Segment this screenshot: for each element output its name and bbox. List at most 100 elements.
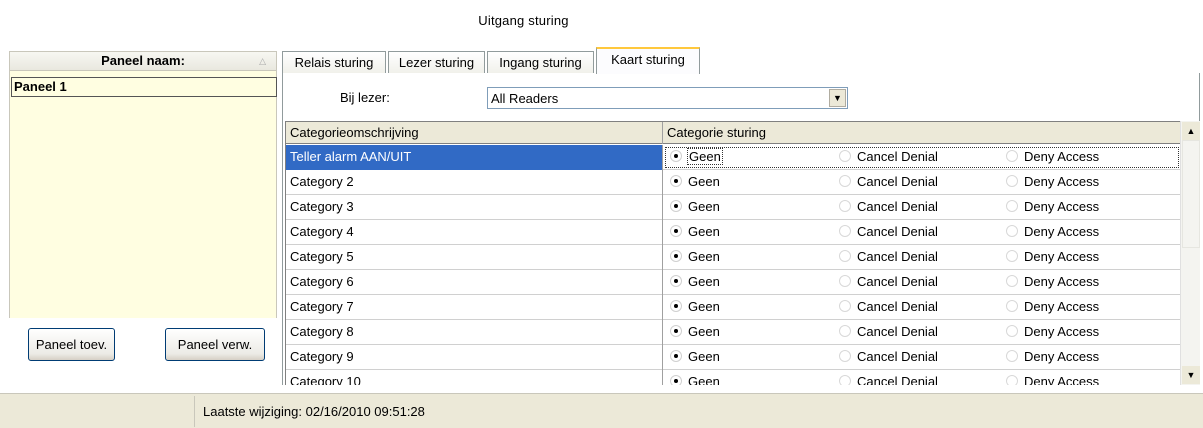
window-title-text: Uitgang sturing bbox=[478, 13, 569, 28]
radio-option[interactable]: Cancel Denial bbox=[839, 375, 938, 385]
radio-option[interactable]: Geen bbox=[670, 375, 720, 385]
radio-circle-icon bbox=[670, 375, 682, 385]
radio-circle-icon bbox=[839, 375, 851, 385]
table-row[interactable]: Category 2 Geen Cancel Denial Deny Access bbox=[286, 170, 1181, 195]
table-row[interactable]: Category 7 Geen Cancel Denial Deny Access bbox=[286, 295, 1181, 320]
radio-option[interactable]: Cancel Denial bbox=[839, 325, 938, 339]
radio-option-label: Deny Access bbox=[1024, 324, 1100, 339]
category-name-cell[interactable]: Category 2 bbox=[286, 170, 663, 195]
tab-kaart-sturing[interactable]: Kaart sturing bbox=[596, 47, 700, 74]
radio-circle-icon bbox=[1006, 275, 1018, 287]
radio-option[interactable]: Cancel Denial bbox=[839, 275, 938, 289]
table-row[interactable]: Category 3 Geen Cancel Denial Deny Access bbox=[286, 195, 1181, 220]
radio-option[interactable]: Cancel Denial bbox=[839, 250, 938, 264]
radio-option-label: Geen bbox=[687, 148, 723, 165]
table-row[interactable]: Category 5 Geen Cancel Denial Deny Access bbox=[286, 245, 1181, 270]
radio-option[interactable]: Deny Access bbox=[1006, 150, 1099, 164]
status-last-modified: Laatste wijziging: 02/16/2010 09:51:28 bbox=[203, 404, 425, 419]
dropdown-arrow-icon[interactable]: ▼ bbox=[829, 89, 846, 107]
radio-option[interactable]: Deny Access bbox=[1006, 175, 1099, 189]
category-name-cell[interactable]: Category 6 bbox=[286, 270, 663, 295]
tab-ingang-sturing[interactable]: Ingang sturing bbox=[487, 51, 594, 74]
radio-circle-icon bbox=[839, 150, 851, 162]
tab-relais-sturing[interactable]: Relais sturing bbox=[282, 51, 386, 74]
table-row[interactable]: Category 9 Geen Cancel Denial Deny Access bbox=[286, 345, 1181, 370]
panel-list-item[interactable]: Paneel 1 bbox=[11, 77, 277, 97]
radio-option[interactable]: Deny Access bbox=[1006, 250, 1099, 264]
radio-circle-icon bbox=[670, 150, 682, 162]
column-header-description[interactable]: Categorieomschrijving bbox=[286, 122, 663, 144]
radio-circle-icon bbox=[670, 175, 682, 187]
radio-option[interactable]: Deny Access bbox=[1006, 325, 1099, 339]
panel-button-bar: Paneel toev. Paneel verw. bbox=[9, 318, 277, 378]
radio-option[interactable]: Cancel Denial bbox=[839, 175, 938, 189]
radio-option-label: Cancel Denial bbox=[857, 149, 938, 164]
radio-option[interactable]: Geen bbox=[670, 325, 720, 339]
radio-option[interactable]: Geen bbox=[670, 225, 720, 239]
radio-option[interactable]: Geen bbox=[670, 300, 720, 314]
radio-option[interactable]: Deny Access bbox=[1006, 350, 1099, 364]
radio-option[interactable]: Deny Access bbox=[1006, 200, 1099, 214]
radio-option[interactable]: Cancel Denial bbox=[839, 150, 938, 164]
radio-option[interactable]: Cancel Denial bbox=[839, 200, 938, 214]
radio-option[interactable]: Deny Access bbox=[1006, 300, 1099, 314]
radio-circle-icon bbox=[839, 350, 851, 362]
radio-option-label: Cancel Denial bbox=[857, 299, 938, 314]
radio-circle-icon bbox=[1006, 350, 1018, 362]
radio-option[interactable]: Geen bbox=[670, 175, 720, 189]
category-name-cell[interactable]: Category 9 bbox=[286, 345, 663, 370]
radio-option[interactable]: Cancel Denial bbox=[839, 350, 938, 364]
radio-option[interactable]: Deny Access bbox=[1006, 225, 1099, 239]
grid-scrollbar[interactable]: ▲ ▼ bbox=[1180, 121, 1200, 385]
radio-option-label: Geen bbox=[688, 324, 720, 339]
category-name-cell[interactable]: Category 7 bbox=[286, 295, 663, 320]
category-name-cell[interactable]: Category 4 bbox=[286, 220, 663, 245]
category-name-cell[interactable]: Category 5 bbox=[286, 245, 663, 270]
scroll-thumb[interactable] bbox=[1182, 140, 1200, 248]
radio-option[interactable]: Deny Access bbox=[1006, 375, 1099, 385]
category-control-cell: Geen Cancel Denial Deny Access bbox=[663, 345, 1181, 370]
scroll-down-arrow-icon[interactable]: ▼ bbox=[1182, 366, 1200, 384]
radio-circle-icon bbox=[839, 225, 851, 237]
table-row[interactable]: Category 6 Geen Cancel Denial Deny Access bbox=[286, 270, 1181, 295]
table-row[interactable]: Category 4 Geen Cancel Denial Deny Access bbox=[286, 220, 1181, 245]
radio-option-label: Cancel Denial bbox=[857, 224, 938, 239]
radio-circle-icon bbox=[1006, 175, 1018, 187]
radio-option[interactable]: Geen bbox=[670, 275, 720, 289]
category-control-cell: Geen Cancel Denial Deny Access bbox=[663, 195, 1181, 220]
radio-option[interactable]: Cancel Denial bbox=[839, 225, 938, 239]
table-row[interactable]: Category 10 Geen Cancel Denial Deny Access bbox=[286, 370, 1181, 385]
table-row[interactable]: Teller alarm AAN/UIT Geen Cancel Denial Den… bbox=[286, 145, 1181, 170]
category-control-cell: Geen Cancel Denial Deny Access bbox=[663, 370, 1181, 385]
table-row[interactable]: Category 8 Geen Cancel Denial Deny Access bbox=[286, 320, 1181, 345]
category-control-cell: Geen Cancel Denial Deny Access bbox=[663, 245, 1181, 270]
add-panel-button[interactable]: Paneel toev. bbox=[28, 328, 115, 361]
category-name-cell[interactable]: Teller alarm AAN/UIT bbox=[286, 145, 663, 170]
remove-panel-button[interactable]: Paneel verw. bbox=[165, 328, 265, 361]
radio-option[interactable]: Geen bbox=[670, 250, 720, 264]
radio-option[interactable]: Cancel Denial bbox=[839, 300, 938, 314]
radio-circle-icon bbox=[1006, 150, 1018, 162]
reader-select[interactable]: All Readers ▼ bbox=[487, 87, 848, 109]
radio-circle-icon bbox=[670, 200, 682, 212]
radio-circle-icon bbox=[839, 275, 851, 287]
radio-circle-icon bbox=[1006, 225, 1018, 237]
category-name-cell[interactable]: Category 8 bbox=[286, 320, 663, 345]
radio-option-label: Cancel Denial bbox=[857, 374, 938, 386]
radio-option[interactable]: Geen bbox=[670, 350, 720, 364]
tab-lezer-sturing[interactable]: Lezer sturing bbox=[388, 51, 485, 74]
radio-option[interactable]: Deny Access bbox=[1006, 275, 1099, 289]
radio-option[interactable]: Geen bbox=[670, 200, 720, 214]
panel-list: Paneel 1 bbox=[9, 71, 277, 318]
scroll-up-arrow-icon[interactable]: ▲ bbox=[1182, 122, 1200, 140]
category-name-cell[interactable]: Category 10 bbox=[286, 370, 663, 385]
radio-option[interactable]: Geen bbox=[670, 148, 723, 165]
radio-option-label: Deny Access bbox=[1024, 274, 1100, 289]
panel-list-header[interactable]: Paneel naam: △ bbox=[9, 51, 277, 71]
category-name-cell[interactable]: Category 3 bbox=[286, 195, 663, 220]
radio-circle-icon bbox=[1006, 200, 1018, 212]
column-header-control[interactable]: Categorie sturing bbox=[663, 122, 1181, 144]
radio-option-label: Deny Access bbox=[1024, 299, 1100, 314]
radio-option-label: Cancel Denial bbox=[857, 199, 938, 214]
category-control-cell: Geen Cancel Denial Deny Access bbox=[663, 320, 1181, 345]
